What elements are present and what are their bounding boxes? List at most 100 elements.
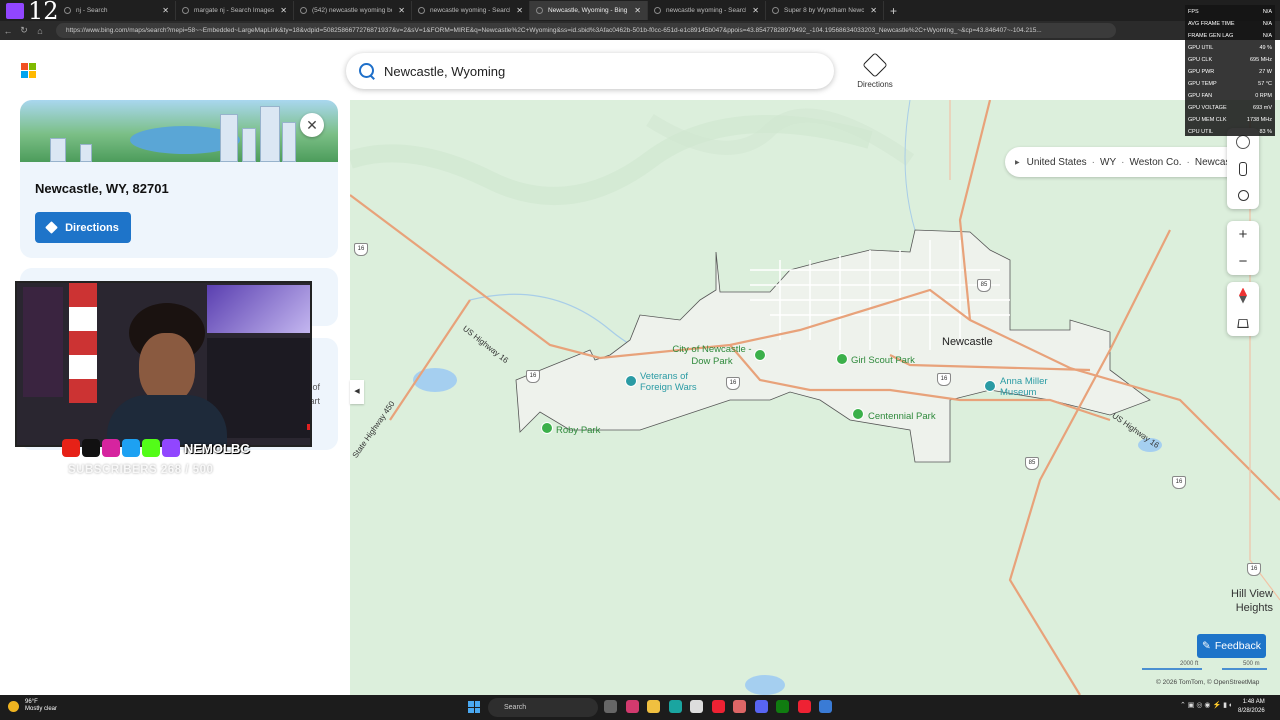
microsoft-logo-icon[interactable] [21,63,36,78]
city-label[interactable]: Newcastle [942,336,993,348]
browser-tab[interactable]: newcastle wyoming - Search ✕ [412,1,530,20]
stat-label: GPU MEM CLK [1188,117,1227,123]
copilot-icon[interactable] [625,700,639,713]
stat-row: CPU UTIL 83 % [1188,126,1272,138]
park-label[interactable]: City of Newcastle - Dow Park [672,344,752,368]
directions-button[interactable]: Directions [35,212,131,243]
feedback-button[interactable]: ✎ Feedback [1197,634,1266,658]
stat-row: AVG FRAME TIME N/A [1188,18,1272,30]
search-icon[interactable] [358,62,376,80]
park-pin-icon[interactable] [852,408,864,420]
poi-pin-icon[interactable] [625,375,637,387]
breadcrumb-item[interactable]: WY [1100,157,1116,168]
locate-me-button[interactable] [1227,182,1259,209]
twitch-icon [162,439,180,457]
app-icon[interactable] [733,700,746,713]
close-tab-icon[interactable]: ✕ [398,6,405,15]
new-tab-button[interactable]: + [890,4,897,18]
browser-tab[interactable]: margate nj - Search Images ✕ [176,1,294,20]
tilt-button[interactable] [1227,309,1259,336]
clock[interactable]: 1:48 AM 8/28/2026 [1238,698,1265,716]
back-icon[interactable]: ← [0,26,16,36]
xbox-icon[interactable] [776,700,789,713]
close-card-button[interactable]: ✕ [300,113,324,137]
route-shield-icon: 85 [977,279,991,292]
poi-label[interactable]: Veterans of Foreign Wars [640,371,710,393]
breadcrumb-toggle-icon[interactable]: ▶ [1015,159,1020,166]
file-explorer-icon[interactable] [647,700,660,713]
stat-label: GPU UTIL [1188,45,1214,51]
tab-label: margate nj - Search Images [194,7,274,14]
close-tab-icon[interactable]: ✕ [280,6,287,15]
directions-header-button[interactable]: Directions [848,52,902,89]
map-place-label[interactable]: Hill View Heights [1229,587,1273,615]
park-label[interactable]: Roby Park [556,425,600,436]
weather-widget[interactable]: 96°F Mostly clear [8,699,57,713]
partial-text: of [312,382,320,392]
browser-tab[interactable]: nj - Search ✕ [58,1,176,20]
close-tab-icon[interactable]: ✕ [634,6,641,15]
stat-value: 83 % [1259,129,1272,135]
park-pin-icon[interactable] [541,422,553,434]
breadcrumb-item[interactable]: United States [1027,157,1087,168]
stat-value: 0 RPM [1255,93,1272,99]
park-pin-icon[interactable] [836,353,848,365]
park-label[interactable]: Girl Scout Park [851,355,915,366]
browser-tab[interactable]: newcastle wyoming - Search Imag ✕ [648,1,766,20]
system-tray[interactable]: ⌃ ▣ ◎ ◉ ⚡ ▮ ◐ [1180,701,1233,709]
map-style-controls [1227,128,1259,209]
museum-pin-icon[interactable] [984,380,996,392]
task-view-icon[interactable] [604,700,617,713]
tab-favicon-icon [772,7,779,14]
chrome-icon[interactable] [711,700,725,713]
app-icon[interactable] [797,700,811,713]
zoom-out-button[interactable]: − [1227,248,1259,275]
browser-tab[interactable]: (542) newcastle wyoming bodycam ✕ [294,1,412,20]
close-tab-icon[interactable]: ✕ [516,6,523,15]
taskbar-search[interactable]: Search [488,698,598,717]
stat-label: GPU TEMP [1188,81,1217,87]
store-icon[interactable] [690,700,703,713]
start-button[interactable] [468,701,480,713]
url-field[interactable]: https://www.bing.com/maps/search?mepi=58… [56,23,1116,38]
stat-row: GPU FAN 0 RPM [1188,90,1272,102]
route-shield-icon: 16 [726,377,740,390]
home-icon[interactable]: ⌂ [32,26,48,36]
tab-label: newcastle wyoming - Search Imag [666,7,746,14]
tab-favicon-icon [654,7,661,14]
search-input[interactable] [384,63,804,79]
stat-row: GPU UTIL 49 % [1188,42,1272,54]
compass-icon[interactable] [1227,282,1259,309]
zoom-in-button[interactable]: + [1227,221,1259,248]
discord-icon[interactable] [754,700,768,713]
route-shield-icon: 16 [526,370,540,383]
app-icon[interactable] [819,700,832,713]
stat-label: FPS [1188,9,1199,15]
breadcrumb: ▶ United States · WY · Weston Co. · Newcast… [1005,147,1241,177]
park-label[interactable]: Centennial Park [868,411,936,422]
browser-tab[interactable]: Newcastle, Wyoming - Bing Maps ✕ [530,1,648,20]
map-canvas[interactable]: Newcastle City of Newcastle - Dow Park G… [350,100,1280,695]
stat-label: CPU UTIL [1188,129,1214,135]
stat-row: GPU MEM CLK 1738 MHz [1188,114,1272,126]
weather-icon [8,700,19,712]
park-pin-icon[interactable] [754,349,766,361]
refresh-icon[interactable]: ↻ [16,25,32,36]
poi-label[interactable]: Anna Miller Museum [1000,376,1058,398]
performance-overlay: FPS N/A AVG FRAME TIME N/A FRAME GEN LAG N/A G… [1185,5,1275,136]
close-tab-icon[interactable]: ✕ [162,6,169,15]
traffic-button[interactable] [1227,155,1259,182]
instagram-icon [102,439,120,457]
close-tab-icon[interactable]: ✕ [752,6,759,15]
overlay-number: 12 [28,0,59,25]
route-shield-icon: 16 [1247,563,1261,576]
browser-tab[interactable]: Super 8 by Wyndham Newcastle ✕ [766,1,884,20]
collapse-panel-button[interactable]: ◀ [350,380,364,404]
breadcrumb-item[interactable]: Weston Co. [1129,157,1181,168]
stat-value: 695 MHz [1249,57,1272,63]
edge-icon[interactable] [668,700,682,713]
stat-label: GPU VOLTAGE [1188,105,1227,111]
close-tab-icon[interactable]: ✕ [870,6,877,15]
tab-favicon-icon [64,7,71,14]
stat-value: N/A [1262,21,1272,27]
